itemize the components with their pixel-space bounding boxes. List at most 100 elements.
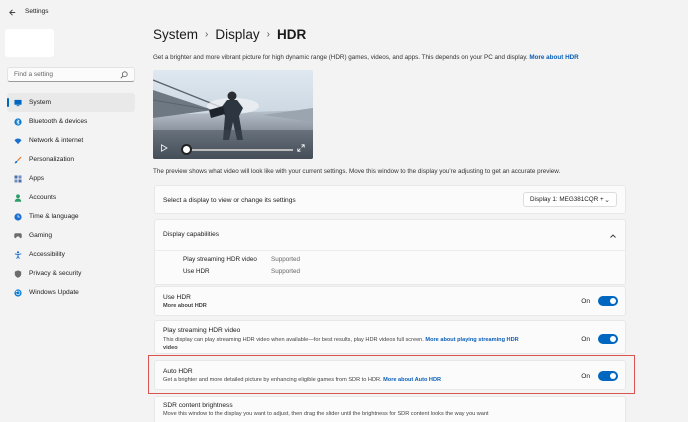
globe-clock-icon [14,212,22,221]
streaming-hdr-more-link[interactable]: More about playing streaming HDR [425,337,518,343]
use-hdr-toggle[interactable] [598,296,618,306]
capability-label: Play streaming HDR video [183,256,257,263]
sidebar-item-gaming[interactable]: Gaming [7,226,135,245]
toggle-knob [610,336,616,342]
sidebar-item-windows-update[interactable]: Windows Update [7,283,135,302]
toggle-state-label: On [581,335,590,343]
sidebar-item-label: Network & internet [29,137,84,144]
sidebar-item-accounts[interactable]: Accounts [7,188,135,207]
sidebar-item-label: Time & language [29,213,79,220]
streaming-hdr-card: Play streaming HDR video This display ca… [154,320,626,354]
bluetooth-icon [14,117,22,126]
display-dropdown-value: Display 1: MEG381CQR + [530,196,604,203]
video-scrubber-thumb[interactable] [181,144,192,155]
streaming-hdr-more-link-cont[interactable]: video [163,345,178,351]
capability-label: Use HDR [183,268,210,275]
page-description: Get a brighter and more vibrant picture … [153,54,579,61]
sidebar-nav: System Bluetooth & devices Network & int… [7,93,135,302]
auto-hdr-desc-text: Get a brighter and more detailed picture… [163,377,382,383]
apps-icon [14,175,22,183]
streaming-hdr-desc: This display can play streaming HDR vide… [163,337,519,343]
sdr-brightness-card: SDR content brightness Move this window … [154,396,626,422]
display-dropdown[interactable]: Display 1: MEG381CQR + ⌄ [523,192,617,207]
fullscreen-icon[interactable] [297,144,305,152]
more-about-hdr-link[interactable]: More about HDR [529,54,578,61]
auto-hdr-title: Auto HDR [163,368,193,375]
back-arrow-icon[interactable] [6,6,18,18]
preview-note: The preview shows what video will look l… [153,168,561,175]
preview-image [153,70,313,159]
sdr-brightness-title: SDR content brightness [163,402,233,409]
auto-hdr-card: Auto HDR Get a brighter and more detaile… [154,360,626,390]
toggle-state-label: On [581,297,590,305]
account-profile[interactable] [5,29,54,57]
title-bar: Settings [0,0,688,24]
sidebar-item-label: Privacy & security [29,270,82,277]
display-capabilities-title: Display capabilities [163,231,220,238]
brush-icon [14,156,22,164]
toggle-knob [610,298,616,304]
sidebar-item-label: Gaming [29,232,53,239]
sidebar-item-time-language[interactable]: Time & language [7,207,135,226]
breadcrumb-system[interactable]: System [153,27,198,42]
chevron-down-icon: ⌄ [604,196,610,204]
sidebar-item-label: Bluetooth & devices [29,118,88,125]
auto-hdr-toggle[interactable] [598,371,618,381]
display-capabilities-card: Display capabilities Play streaming HDR … [154,219,626,285]
use-hdr-title: Use HDR [163,294,191,301]
divider [155,250,625,251]
shield-icon [14,269,22,278]
wifi-icon [14,137,22,145]
intro-text: Get a brighter and more vibrant picture … [153,54,528,61]
accessibility-icon [14,250,22,259]
sidebar-item-personalization[interactable]: Personalization [7,150,135,169]
sidebar-item-bluetooth[interactable]: Bluetooth & devices [7,112,135,131]
monitor-icon [14,99,22,107]
search-input[interactable] [14,71,120,78]
search-icon[interactable] [120,70,128,79]
play-icon[interactable] [160,144,168,152]
sidebar-item-label: Personalization [29,156,75,163]
person-icon [14,193,22,202]
display-select-card: Select a display to view or change its s… [154,185,626,214]
auto-hdr-desc: Get a brighter and more detailed picture… [163,377,441,383]
sidebar-item-privacy[interactable]: Privacy & security [7,264,135,283]
update-icon [14,288,22,297]
streaming-hdr-title: Play streaming HDR video [163,327,241,334]
capability-value: Supported [271,256,301,263]
sidebar-item-system[interactable]: System [7,93,135,112]
video-progress-track[interactable] [183,149,293,151]
chevron-up-icon[interactable] [609,232,617,240]
display-capabilities-header[interactable]: Display capabilities [155,220,625,250]
app-title: Settings [25,8,49,15]
chevron-right-icon: › [266,29,270,40]
auto-hdr-more-link[interactable]: More about Auto HDR [383,377,441,383]
streaming-hdr-desc-text: This display can play streaming HDR vide… [163,337,424,343]
sidebar-item-accessibility[interactable]: Accessibility [7,245,135,264]
sdr-brightness-desc: Move this window to the display you want… [163,411,489,417]
streaming-hdr-toggle[interactable] [598,334,618,344]
display-select-label: Select a display to view or change its s… [163,197,296,204]
sidebar-item-label: Windows Update [29,289,79,296]
sidebar-item-apps[interactable]: Apps [7,169,135,188]
chevron-right-icon: › [205,29,209,40]
breadcrumb-display[interactable]: Display [215,27,259,42]
streaming-hdr-toggle-group: On [581,334,618,344]
hdr-preview-video[interactable] [153,70,313,159]
toggle-knob [610,373,616,379]
gamepad-icon [14,232,22,240]
auto-hdr-toggle-group: On [581,371,618,381]
toggle-state-label: On [581,372,590,380]
sidebar-item-label: Accounts [29,194,57,201]
sidebar-item-label: Apps [29,175,45,182]
use-hdr-card: Use HDR More about HDR On [154,286,626,316]
sidebar-item-network[interactable]: Network & internet [7,131,135,150]
use-hdr-toggle-group: On [581,296,618,306]
page-title: HDR [276,27,307,42]
sidebar-item-label: System [29,99,51,106]
search-box[interactable] [7,67,135,82]
capability-value: Supported [271,268,301,275]
sidebar-item-label: Accessibility [29,251,65,258]
use-hdr-more-link[interactable]: More about HDR [163,303,207,309]
breadcrumb: System › Display › HDR [153,27,306,42]
